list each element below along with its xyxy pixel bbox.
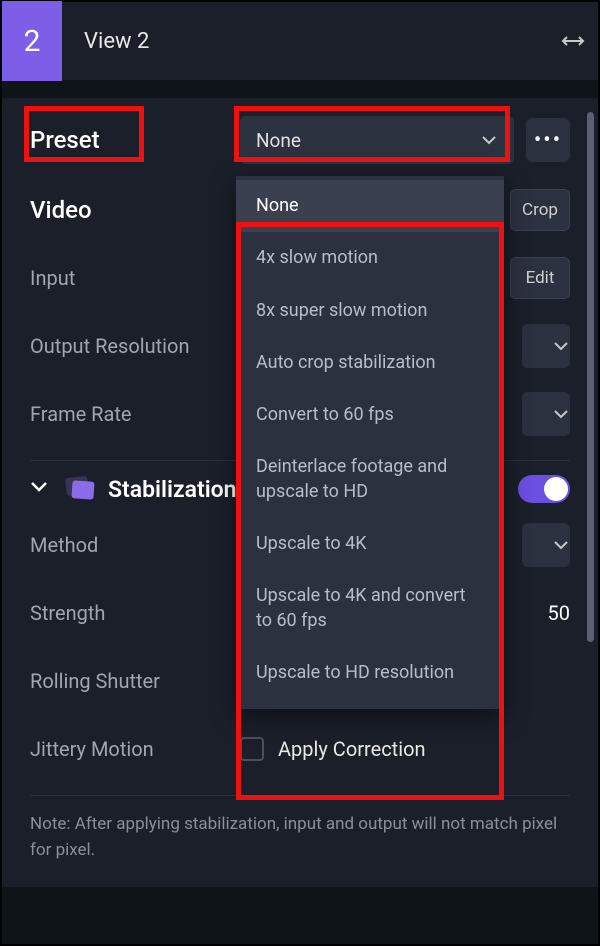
- preset-option[interactable]: 8x super slow motion: [236, 285, 504, 337]
- jittery-motion-label: Jittery Motion: [30, 737, 240, 761]
- toggle-knob: [544, 477, 568, 501]
- output-resolution-label: Output Resolution: [30, 334, 240, 358]
- jittery-motion-apply-label: Apply Correction: [278, 737, 426, 761]
- preset-option[interactable]: Upscale to 4K: [236, 518, 504, 570]
- output-resolution-dropdown[interactable]: [522, 324, 570, 368]
- strength-label: Strength: [30, 601, 240, 625]
- jittery-motion-checkbox[interactable]: [240, 737, 264, 761]
- chevron-down-icon: [552, 536, 570, 554]
- preset-options-popup: None 4x slow motion 8x super slow motion…: [236, 176, 504, 709]
- edit-button[interactable]: Edit: [510, 257, 570, 299]
- preset-option[interactable]: None: [236, 180, 504, 232]
- crop-button[interactable]: Crop: [510, 189, 570, 231]
- stabilization-icon: [66, 477, 96, 501]
- method-label: Method: [30, 533, 240, 557]
- preset-option[interactable]: Deinterlace footage and upscale to HD: [236, 441, 504, 518]
- preset-label: Preset: [30, 126, 240, 154]
- preset-row: Preset None •••: [30, 116, 570, 164]
- settings-panel: Preset None ••• None 4x slow motion 8x s…: [2, 98, 598, 887]
- rolling-shutter-label: Rolling Shutter: [30, 669, 240, 693]
- strength-value: 50: [548, 601, 570, 625]
- view-title: View 2: [62, 29, 149, 54]
- input-label: Input: [30, 266, 240, 290]
- video-heading: Video: [30, 196, 240, 224]
- ellipsis-icon: •••: [534, 128, 562, 153]
- preset-option[interactable]: 4x slow motion: [236, 232, 504, 284]
- preset-option[interactable]: Auto crop stabilization: [236, 337, 504, 389]
- view-header: 2 View 2: [2, 2, 598, 82]
- jittery-motion-row: Jittery Motion Apply Correction: [30, 727, 570, 771]
- chevron-down-icon: [30, 478, 52, 500]
- view-number-badge: 2: [2, 1, 62, 81]
- preset-option[interactable]: Upscale to 4K and convert to 60 fps: [236, 570, 504, 647]
- preset-selected-value: None: [256, 129, 301, 152]
- scrollbar[interactable]: [587, 112, 594, 642]
- preset-dropdown[interactable]: None: [240, 116, 514, 164]
- frame-rate-dropdown[interactable]: [522, 392, 570, 436]
- chevron-down-icon: [552, 405, 570, 423]
- frame-rate-label: Frame Rate: [30, 402, 240, 426]
- stabilization-note: Note: After applying stabilization, inpu…: [30, 795, 570, 863]
- stabilization-toggle[interactable]: [518, 475, 570, 503]
- more-options-button[interactable]: •••: [526, 118, 570, 162]
- preset-option[interactable]: Upscale to HD resolution: [236, 647, 504, 699]
- preset-option[interactable]: Convert to 60 fps: [236, 389, 504, 441]
- method-dropdown[interactable]: [522, 523, 570, 567]
- chevron-down-icon: [552, 337, 570, 355]
- expand-horizontal-icon[interactable]: [548, 1, 598, 81]
- stabilization-title: Stabilization: [108, 476, 237, 503]
- chevron-down-icon: [480, 131, 498, 149]
